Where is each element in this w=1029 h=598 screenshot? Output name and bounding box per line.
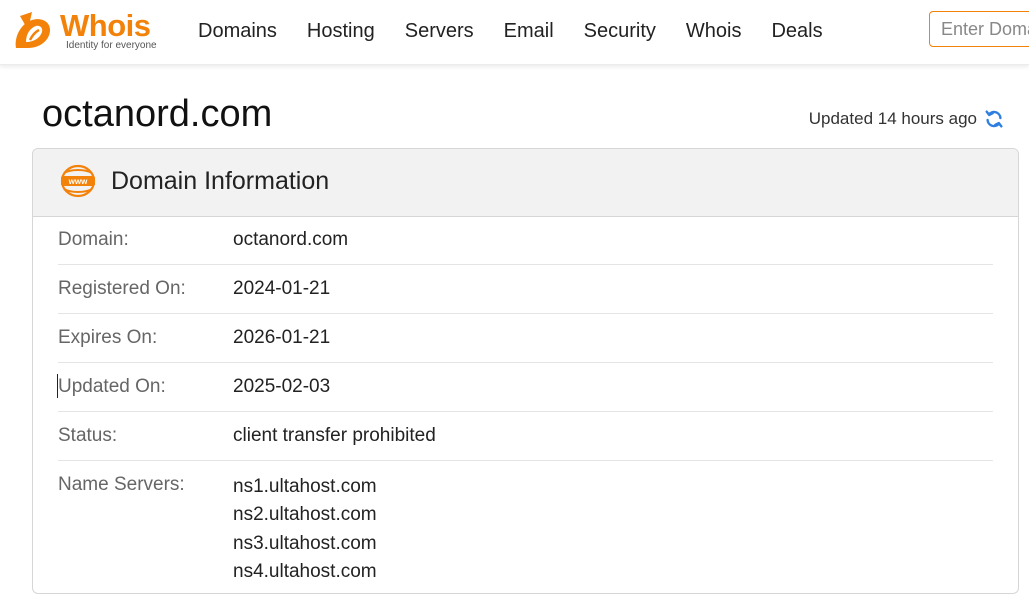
nav-item-security[interactable]: Security	[584, 18, 656, 44]
info-row-updated: Updated On: 2025-02-03	[57, 363, 993, 412]
info-row-status: Status: client transfer prohibited	[58, 412, 993, 461]
name-server-list: ns1.ultahost.com ns2.ultahost.com ns3.ul…	[233, 473, 377, 586]
top-navbar: Whois Identity for everyone Domains Host…	[0, 0, 1029, 65]
name-server-item: ns3.ultahost.com	[233, 532, 377, 554]
row-value: 2026-01-21	[233, 327, 331, 348]
name-server-item: ns4.ultahost.com	[233, 560, 377, 582]
row-value: 2024-01-21	[233, 278, 331, 299]
nav-item-deals[interactable]: Deals	[771, 18, 822, 44]
nav-item-whois[interactable]: Whois	[686, 18, 742, 44]
row-value: octanord.com	[233, 229, 349, 250]
row-label: Status:	[58, 425, 118, 446]
domain-search-input[interactable]	[929, 11, 1029, 47]
card-title: Domain Information	[111, 167, 330, 195]
row-label: Name Servers:	[58, 474, 185, 495]
brand-logo[interactable]: Whois Identity for everyone	[12, 8, 172, 54]
row-value: client transfer prohibited	[233, 425, 436, 446]
updated-text: Updated 14 hours ago	[808, 109, 977, 128]
refresh-icon[interactable]	[983, 108, 1005, 130]
info-row-expires: Expires On: 2026-01-21	[58, 314, 993, 363]
info-row-domain: Domain: octanord.com	[58, 216, 993, 265]
page-title: octanord.com	[42, 93, 273, 135]
domain-info-rows: Domain: octanord.com Registered On: 2024…	[33, 216, 1018, 591]
nav-item-domains[interactable]: Domains	[198, 18, 277, 44]
nav-item-hosting[interactable]: Hosting	[307, 18, 375, 44]
info-row-name-servers: Name Servers: ns1.ultahost.com ns2.ultah…	[58, 461, 993, 591]
row-label: Domain:	[58, 229, 129, 250]
nav-item-servers[interactable]: Servers	[405, 18, 474, 44]
logo-mark-icon	[15, 12, 51, 48]
svg-text:www: www	[68, 177, 88, 186]
nav-item-email[interactable]: Email	[504, 18, 554, 44]
card-header: www Domain Information	[33, 149, 1018, 217]
row-label: Updated On:	[58, 376, 166, 397]
main-nav: Domains Hosting Servers Email Security W…	[198, 18, 853, 44]
domain-info-card: www Domain Information Domain: octanord.…	[32, 148, 1019, 594]
row-value: 2025-02-03	[233, 376, 331, 397]
name-server-item: ns1.ultahost.com	[233, 476, 377, 497]
row-label: Registered On:	[58, 278, 186, 299]
row-label: Expires On:	[58, 327, 158, 348]
updated-status: Updated 14 hours ago	[809, 108, 1005, 130]
brand-tagline: Identity for everyone	[66, 40, 157, 51]
www-icon: www	[60, 164, 96, 198]
info-row-registered: Registered On: 2024-01-21	[58, 265, 993, 314]
brand-name: Whois	[60, 8, 151, 43]
name-server-item: ns2.ultahost.com	[233, 504, 377, 526]
